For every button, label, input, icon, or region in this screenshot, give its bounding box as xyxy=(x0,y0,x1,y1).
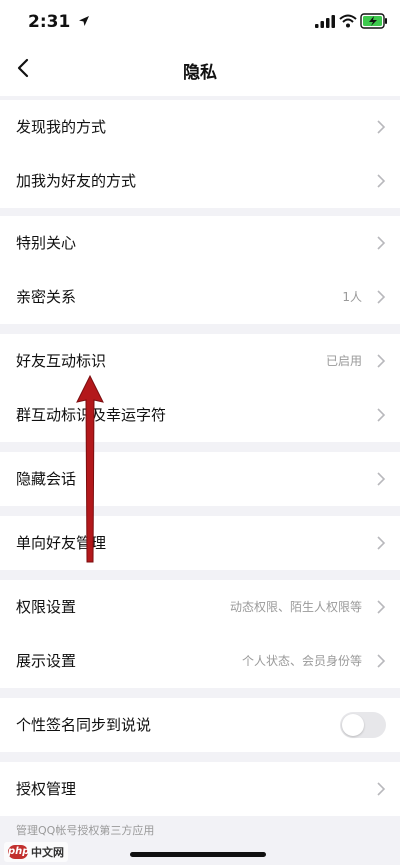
authorization-footer-note: 管理QQ帐号授权第三方应用 xyxy=(16,824,155,837)
battery-charging-icon xyxy=(360,13,387,29)
chevron-right-icon xyxy=(377,654,386,668)
row-discover-me[interactable]: 发现我的方式 xyxy=(0,100,400,154)
signature-sync-toggle[interactable] xyxy=(340,712,386,738)
page-title: 隐私 xyxy=(183,63,217,83)
nav-bar: 隐私 xyxy=(0,44,400,96)
chevron-right-icon xyxy=(377,354,386,368)
row-label: 特别关心 xyxy=(16,234,77,252)
settings-group-authorization: 授权管理 xyxy=(0,762,400,816)
home-indicator[interactable] xyxy=(130,852,266,857)
row-authorization-management[interactable]: 授权管理 xyxy=(0,762,400,816)
row-friend-interaction-marks[interactable]: 好友互动标识 已启用 xyxy=(0,334,400,388)
row-label: 好友互动标识 xyxy=(16,352,107,370)
row-signature-sync: 个性签名同步到说说 xyxy=(0,698,400,752)
row-value: 1人 xyxy=(342,290,362,304)
row-hidden-chats[interactable]: 隐藏会话 xyxy=(0,452,400,506)
row-label: 加我为好友的方式 xyxy=(16,172,137,190)
row-label: 发现我的方式 xyxy=(16,118,107,136)
settings-group-hidden-chats: 隐藏会话 xyxy=(0,452,400,506)
row-special-care[interactable]: 特别关心 xyxy=(0,216,400,270)
row-value: 已启用 xyxy=(325,354,362,368)
row-label: 个性签名同步到说说 xyxy=(16,716,152,734)
watermark-text: 中文网 xyxy=(31,846,64,859)
row-display-settings[interactable]: 展示设置 个人状态、会员身份等 xyxy=(0,634,400,688)
chevron-right-icon xyxy=(377,290,386,304)
row-label: 展示设置 xyxy=(16,652,77,670)
row-value: 个人状态、会员身份等 xyxy=(241,654,362,668)
row-value: 动态权限、陌生人权限等 xyxy=(229,600,362,614)
row-label: 隐藏会话 xyxy=(16,470,77,488)
row-label: 亲密关系 xyxy=(16,288,77,306)
row-label: 权限设置 xyxy=(16,598,77,616)
row-permission-settings[interactable]: 权限设置 动态权限、陌生人权限等 xyxy=(0,580,400,634)
chevron-right-icon xyxy=(377,120,386,134)
chevron-right-icon xyxy=(377,174,386,188)
row-add-me-as-friend[interactable]: 加我为好友的方式 xyxy=(0,154,400,208)
location-arrow-icon xyxy=(79,16,89,26)
cellular-signal-icon xyxy=(315,15,335,28)
chevron-right-icon xyxy=(377,782,386,796)
status-time: 2:31 xyxy=(28,12,71,32)
settings-group-one-way-friends: 单向好友管理 xyxy=(0,516,400,570)
status-bar: 2:31 xyxy=(0,0,400,44)
settings-group-interaction-marks: 好友互动标识 已启用 群互动标识及幸运字符 xyxy=(0,334,400,442)
settings-group-discovery: 发现我的方式 加我为好友的方式 xyxy=(0,100,400,208)
settings-group-signature-sync: 个性签名同步到说说 xyxy=(0,698,400,752)
chevron-right-icon xyxy=(377,536,386,550)
row-group-interaction-marks[interactable]: 群互动标识及幸运字符 xyxy=(0,388,400,442)
watermark: php 中文网 xyxy=(4,842,68,862)
chevron-right-icon xyxy=(377,236,386,250)
watermark-badge: php xyxy=(8,845,30,859)
chevron-right-icon xyxy=(377,472,386,486)
row-label: 授权管理 xyxy=(16,780,77,798)
toggle-knob xyxy=(342,714,364,736)
row-one-way-friends[interactable]: 单向好友管理 xyxy=(0,516,400,570)
row-intimate-relations[interactable]: 亲密关系 1人 xyxy=(0,270,400,324)
settings-group-relations: 特别关心 亲密关系 1人 xyxy=(0,216,400,324)
settings-group-permissions: 权限设置 动态权限、陌生人权限等 展示设置 个人状态、会员身份等 xyxy=(0,580,400,688)
chevron-right-icon xyxy=(377,600,386,614)
wifi-icon xyxy=(339,14,357,28)
chevron-right-icon xyxy=(377,408,386,422)
annotation-arrow-icon xyxy=(76,374,104,563)
